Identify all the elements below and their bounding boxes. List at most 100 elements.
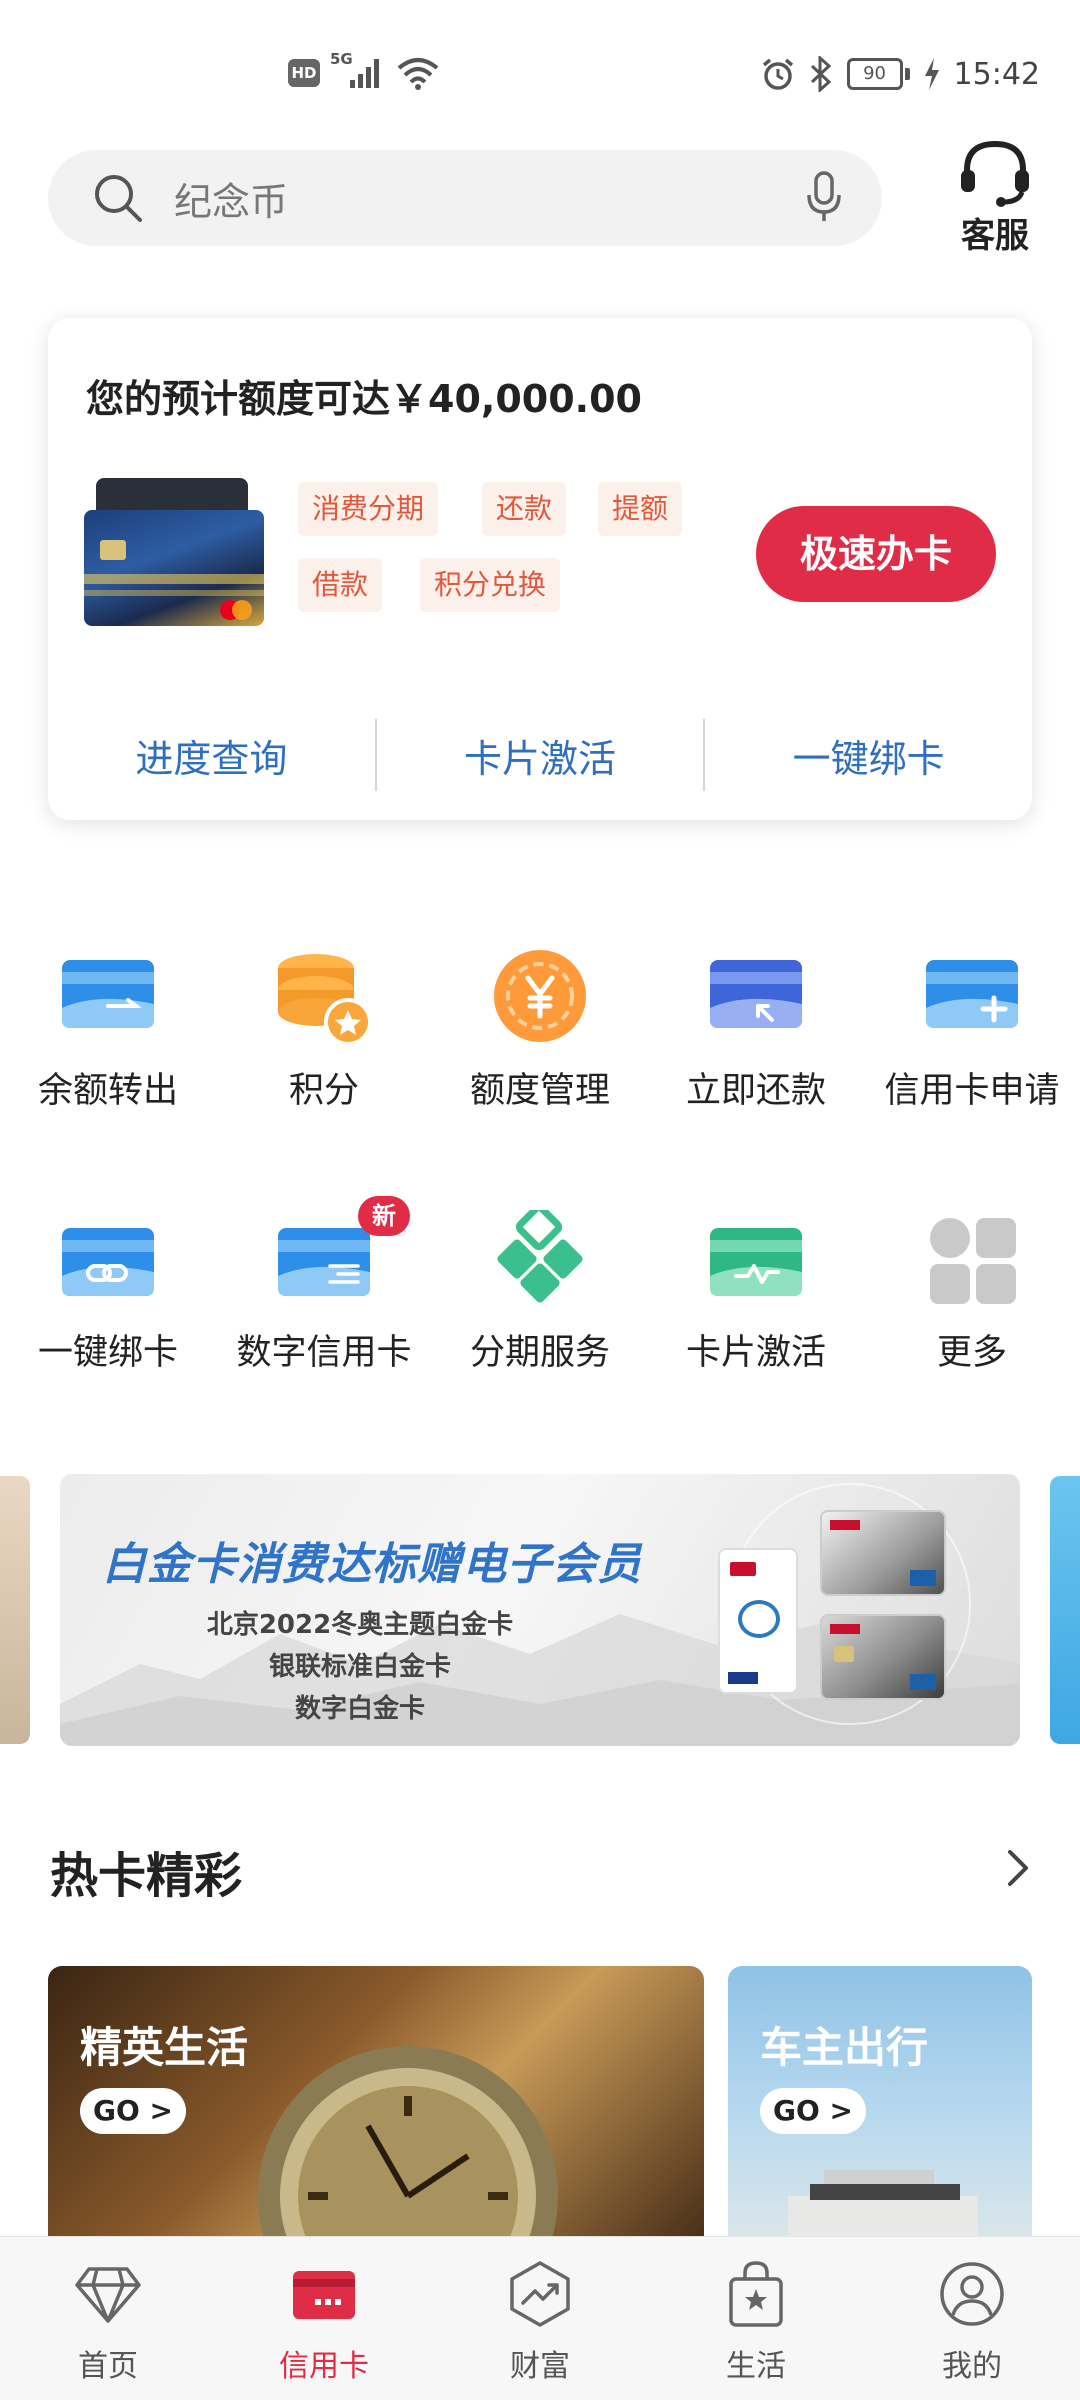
tab-home[interactable]: 首页 xyxy=(0,2237,216,2400)
diamond-icon xyxy=(75,2267,141,2323)
more-grid-icon xyxy=(922,1210,1022,1310)
banner-carousel[interactable]: 白金卡消费达标赠电子会员 北京2022冬奥主题白金卡 银联标准白金卡 数字白金卡 xyxy=(0,1474,1080,1746)
service-label: 余额转出 xyxy=(37,1071,178,1111)
charging-icon xyxy=(924,58,939,90)
service-balance-transfer[interactable]: 余额转出 xyxy=(0,948,216,1113)
progress-query-link[interactable]: 进度查询 xyxy=(48,728,375,783)
hd-badge: HD xyxy=(288,59,320,87)
quick-apply-button[interactable]: 极速办卡 xyxy=(756,506,996,602)
service-limit-management[interactable]: 额度管理 xyxy=(432,948,648,1113)
credit-card-icon xyxy=(293,2271,355,2319)
promo-title: 精英生活 xyxy=(80,2023,249,2072)
signal-icon: 5G xyxy=(330,50,386,90)
status-left: HD 5G xyxy=(288,50,440,90)
promo-elite-life[interactable]: 精英生活 GO > xyxy=(48,1966,704,2236)
service-bind-card[interactable]: 一键绑卡 xyxy=(0,1210,216,1375)
service-label: 分期服务 xyxy=(469,1333,610,1373)
promo-car-owner[interactable]: 车主出行 GO > xyxy=(728,1966,1032,2236)
tab-wealth[interactable]: 财富 xyxy=(432,2237,648,2400)
banner-prev-peek[interactable] xyxy=(0,1476,30,1744)
olympic-card-image xyxy=(718,1548,798,1694)
new-badge: 新 xyxy=(358,1196,410,1236)
tab-life[interactable]: 生活 xyxy=(648,2237,864,2400)
search-icon xyxy=(95,175,142,222)
banner-title: 白金卡消费达标赠电子会员 xyxy=(102,1539,642,1590)
service-grid-row-1: 余额转出 积分 额度管理 立即还款 信用卡申请 xyxy=(0,948,1080,1113)
tag-raise-limit[interactable]: 提额 xyxy=(598,482,683,536)
bind-card-link[interactable]: 一键绑卡 xyxy=(705,728,1032,783)
service-label: 积分 xyxy=(288,1071,359,1111)
credit-card-image xyxy=(84,478,268,630)
digital-platinum-card-image xyxy=(820,1614,946,1700)
yuan-coin-icon xyxy=(490,948,590,1048)
card-activation-link[interactable]: 卡片激活 xyxy=(377,728,704,783)
tab-label: 我的 xyxy=(942,2349,1002,2384)
alarm-icon xyxy=(762,58,793,90)
service-label: 信用卡申请 xyxy=(884,1071,1060,1111)
wifi-icon xyxy=(397,58,439,90)
installment-diamonds-icon xyxy=(490,1203,590,1310)
promo-go-button[interactable]: GO > xyxy=(80,2088,186,2134)
tag-points-exchange[interactable]: 积分兑换 xyxy=(420,558,561,612)
banner-platinum-card[interactable]: 白金卡消费达标赠电子会员 北京2022冬奥主题白金卡 银联标准白金卡 数字白金卡 xyxy=(60,1474,1020,1746)
microphone-icon[interactable] xyxy=(806,171,842,225)
tab-label: 生活 xyxy=(726,2349,786,2384)
battery-tip xyxy=(904,68,910,80)
bottom-tab-bar: 首页 信用卡 财富 生活 我的 xyxy=(0,2236,1080,2400)
banner-next-peek[interactable] xyxy=(1050,1476,1080,1744)
banner-line: 数字白金卡 xyxy=(294,1694,425,1724)
tab-label: 财富 xyxy=(510,2349,570,2384)
service-digital-card[interactable]: 新 数字信用卡 xyxy=(216,1196,432,1375)
unionpay-platinum-card-image xyxy=(820,1510,946,1596)
credit-limit-panel: 您的预计额度可达￥40,000.00 消费分期 还款 提额 借款 积分兑换 极速… xyxy=(48,318,1032,820)
service-label: 更多 xyxy=(936,1333,1007,1373)
service-label: 卡片激活 xyxy=(685,1333,826,1373)
service-installment[interactable]: 分期服务 xyxy=(432,1203,648,1375)
tag-repayment[interactable]: 还款 xyxy=(482,482,567,536)
tab-mine[interactable]: 我的 xyxy=(864,2237,1080,2400)
service-points[interactable]: 积分 xyxy=(216,948,432,1113)
tab-credit-card[interactable]: 信用卡 xyxy=(216,2237,432,2400)
card-link-icon xyxy=(58,1210,158,1310)
service-label: 一键绑卡 xyxy=(37,1333,178,1373)
service-card-activation[interactable]: 卡片激活 xyxy=(648,1210,864,1375)
panel-links: 进度查询 卡片激活 一键绑卡 xyxy=(48,716,1032,794)
user-profile-icon xyxy=(940,2262,1004,2326)
service-card-application[interactable]: 信用卡申请 xyxy=(864,948,1080,1113)
headset-icon xyxy=(961,140,1029,207)
banner-line: 北京2022冬奥主题白金卡 xyxy=(206,1610,514,1640)
tag-loan[interactable]: 借款 xyxy=(298,558,383,612)
customer-service-button[interactable]: 客服 xyxy=(950,136,1040,257)
tag-installment[interactable]: 消费分期 xyxy=(298,482,439,536)
promo-go-button[interactable]: GO > xyxy=(760,2088,866,2134)
card-activate-icon xyxy=(706,1210,806,1310)
wealth-chart-icon xyxy=(510,2261,570,2327)
promo-title: 车主出行 xyxy=(760,2023,929,2072)
tab-label: 首页 xyxy=(78,2349,138,2384)
digital-card-icon: 新 xyxy=(274,1196,410,1310)
chevron-right-icon[interactable] xyxy=(1000,1844,1036,1892)
service-more[interactable]: 更多 xyxy=(864,1210,1080,1375)
card-repay-icon xyxy=(706,948,806,1048)
bluetooth-icon xyxy=(810,56,831,92)
search-bar[interactable]: 纪念币 xyxy=(48,150,882,246)
card-add-icon xyxy=(922,948,1022,1048)
points-coins-icon xyxy=(274,948,374,1048)
service-repay-now[interactable]: 立即还款 xyxy=(648,948,864,1113)
estimated-limit-title: 您的预计额度可达￥40,000.00 xyxy=(86,377,642,421)
service-label: 立即还款 xyxy=(685,1071,826,1111)
battery-indicator: 90 xyxy=(846,58,910,90)
service-label: 数字信用卡 xyxy=(236,1333,412,1373)
service-grid-row-2: 一键绑卡 新 数字信用卡 分期服务 卡片激活 更多 xyxy=(0,1196,1080,1375)
app-root: HD 5G 90 15:42 纪念币 客服 您的预计额度可达￥40,000.00… xyxy=(0,0,1080,2400)
clock-time: 15:42 xyxy=(953,56,1040,92)
card-transfer-icon xyxy=(58,948,158,1048)
tab-label: 信用卡 xyxy=(279,2349,369,2384)
banner-line: 银联标准白金卡 xyxy=(268,1652,451,1682)
battery-level: 90 xyxy=(846,58,903,90)
customer-service-label: 客服 xyxy=(961,216,1029,256)
shopping-bag-icon xyxy=(729,2261,783,2327)
search-placeholder: 纪念币 xyxy=(174,179,289,224)
status-bar: HD 5G 90 15:42 xyxy=(0,0,1080,130)
service-label: 额度管理 xyxy=(469,1071,610,1111)
